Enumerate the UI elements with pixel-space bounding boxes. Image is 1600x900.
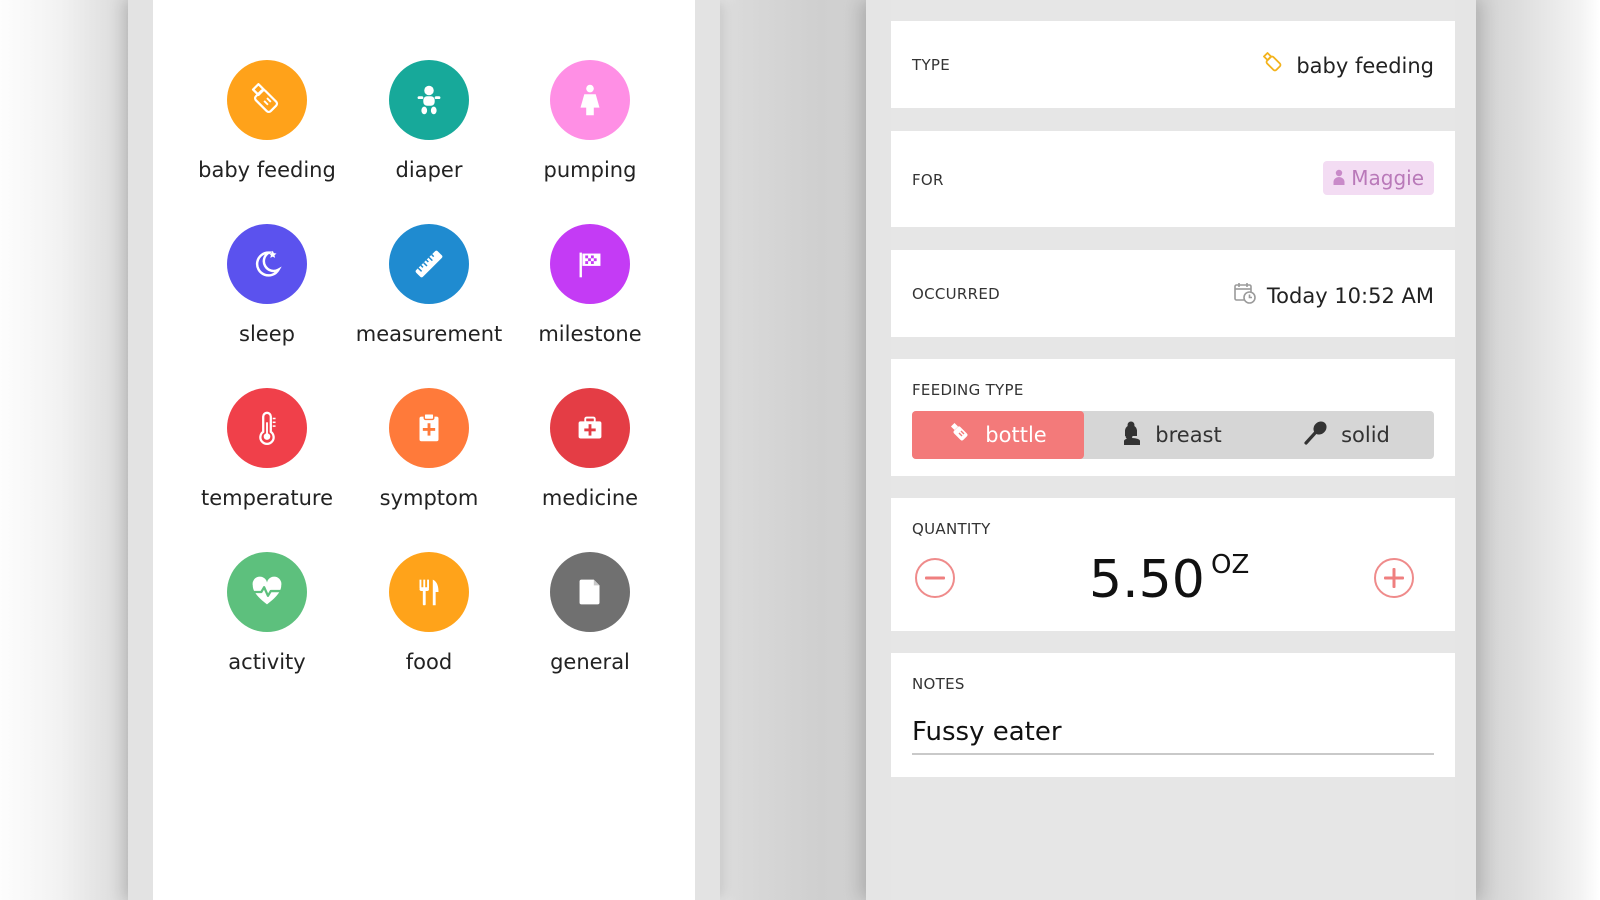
for-label: FOR <box>912 171 944 189</box>
left-device: baby feeding diaper pumping sleep measur… <box>128 0 720 900</box>
feeding-type-row: FEEDING TYPE bottle breast solid <box>891 359 1455 476</box>
feeding-option-breast[interactable]: breast <box>1084 411 1259 459</box>
feeding-option-solid[interactable]: solid <box>1259 411 1434 459</box>
heartbeat-icon <box>227 552 307 632</box>
category-label: food <box>405 650 453 674</box>
thermometer-icon <box>227 388 307 468</box>
flag-icon <box>550 224 630 304</box>
category-label: sleep <box>239 322 295 346</box>
occurred-row[interactable]: OCCURRED Today 10:52 AM <box>891 250 1455 337</box>
category-pumping[interactable]: pumping <box>500 60 680 210</box>
category-symptom[interactable]: symptom <box>339 388 519 538</box>
category-label: general <box>550 650 630 674</box>
child-name: Maggie <box>1351 166 1424 190</box>
feeding-type-label: FEEDING TYPE <box>912 381 1024 399</box>
clipboard-icon <box>389 388 469 468</box>
bottle-icon <box>1262 51 1286 80</box>
feeding-type-segmented-control: bottle breast solid <box>912 411 1434 459</box>
category-temperature[interactable]: temperature <box>177 388 357 538</box>
increase-button[interactable] <box>1374 558 1414 598</box>
decrease-button[interactable] <box>915 558 955 598</box>
notes-row: NOTES <box>891 653 1455 777</box>
right-device: TYPE baby feeding FOR Maggie OCCURRED To… <box>866 0 1476 900</box>
category-label: medicine <box>541 486 639 510</box>
nursing-icon <box>1121 421 1143 450</box>
occurred-value-group: Today 10:52 AM <box>1233 281 1434 310</box>
occurred-value: Today 10:52 AM <box>1266 283 1434 308</box>
category-label: baby feeding <box>198 158 336 182</box>
type-label: TYPE <box>912 56 951 74</box>
moon-icon <box>227 224 307 304</box>
feeding-option-label: breast <box>1155 423 1222 447</box>
type-value: baby feeding <box>1296 53 1434 78</box>
child-pill[interactable]: Maggie <box>1323 161 1434 195</box>
feeding-option-bottle[interactable]: bottle <box>912 411 1084 459</box>
quantity-value: 5.50 <box>1089 550 1205 610</box>
feeding-option-label: solid <box>1341 423 1390 447</box>
for-row[interactable]: FOR Maggie <box>891 131 1455 227</box>
category-measurement[interactable]: measurement <box>339 224 519 374</box>
minus-icon <box>925 576 945 580</box>
category-diaper[interactable]: diaper <box>339 60 519 210</box>
quantity-label: QUANTITY <box>912 520 991 538</box>
category-baby-feeding[interactable]: baby feeding <box>177 60 357 210</box>
category-label: activity <box>228 650 306 674</box>
person-icon <box>1333 166 1345 190</box>
baby-icon <box>389 60 469 140</box>
spoon-icon <box>1303 420 1329 451</box>
ruler-icon <box>389 224 469 304</box>
category-activity[interactable]: activity <box>177 552 357 702</box>
type-value-group: baby feeding <box>1262 51 1434 80</box>
occurred-label: OCCURRED <box>912 285 1001 303</box>
entry-form-screen: TYPE baby feeding FOR Maggie OCCURRED To… <box>891 0 1455 900</box>
bottle-icon <box>949 421 973 450</box>
category-sleep[interactable]: sleep <box>177 224 357 374</box>
category-label: measurement <box>355 322 503 346</box>
category-label: temperature <box>201 486 333 510</box>
notes-input[interactable] <box>912 711 1434 755</box>
category-medicine[interactable]: medicine <box>500 388 680 538</box>
category-milestone[interactable]: milestone <box>500 224 680 374</box>
notes-label: NOTES <box>912 675 965 693</box>
category-label: symptom <box>379 486 479 510</box>
for-value-group: Maggie <box>1323 161 1434 195</box>
quantity-unit: OZ <box>1211 550 1250 580</box>
category-picker-screen: baby feeding diaper pumping sleep measur… <box>153 0 695 900</box>
category-label: diaper <box>395 158 463 182</box>
category-general[interactable]: general <box>500 552 680 702</box>
category-label: milestone <box>538 322 642 346</box>
plus-icon <box>1384 568 1404 588</box>
medkit-icon <box>550 388 630 468</box>
category-label: pumping <box>543 158 637 182</box>
pumping-icon <box>550 60 630 140</box>
file-icon <box>550 552 630 632</box>
type-row[interactable]: TYPE baby feeding <box>891 21 1455 108</box>
feeding-option-label: bottle <box>985 423 1047 447</box>
category-food[interactable]: food <box>339 552 519 702</box>
utensils-icon <box>389 552 469 632</box>
bottle-icon <box>227 60 307 140</box>
quantity-row: QUANTITY 5.50 OZ <box>891 498 1455 631</box>
calendar-clock-icon <box>1233 281 1257 310</box>
